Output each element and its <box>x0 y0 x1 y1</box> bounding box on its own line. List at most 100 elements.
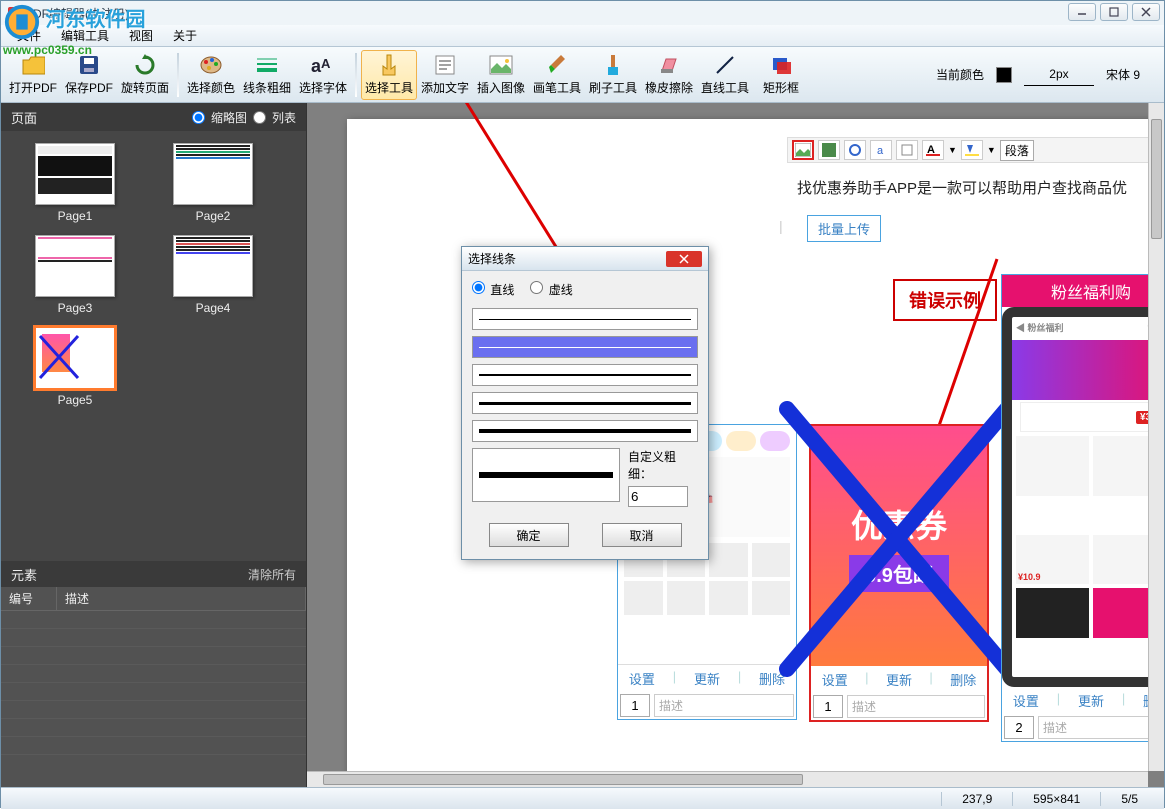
dialog-ok-button[interactable]: 确定 <box>489 523 569 547</box>
current-color-swatch[interactable] <box>996 67 1012 83</box>
solid-radio[interactable]: 直线 <box>472 281 514 298</box>
svg-text:a: a <box>877 145 884 157</box>
desc-input-3[interactable]: 描述 <box>1038 716 1148 739</box>
line-width-sample[interactable] <box>1024 85 1094 86</box>
list-mode-radio[interactable]: 列表 <box>253 109 296 126</box>
menu-edit[interactable]: 编辑工具 <box>51 25 119 46</box>
open-pdf-button[interactable]: 打开PDF <box>5 50 61 100</box>
thumbnails-pane: Page1 Page2 Page3 Page4 Page5 <box>1 131 306 561</box>
line-option-4[interactable] <box>472 392 698 414</box>
order-input-2[interactable] <box>813 695 843 718</box>
menu-file[interactable]: 文件 <box>7 25 51 46</box>
canvas-area: a A ▼ ▼ 段落 找优惠券助手APP是一款可以帮助用户查找商品优 | 批量上… <box>307 103 1164 787</box>
desc-input-1[interactable]: 描述 <box>654 694 794 717</box>
op-delete[interactable]: 删除 <box>759 669 785 688</box>
thumb-mode-radio[interactable]: 缩略图 <box>192 109 247 126</box>
brush-tool-button[interactable]: 画笔工具 <box>529 50 585 100</box>
add-text-button[interactable]: 添加文字 <box>417 50 473 100</box>
custom-width-label: 自定义粗细： <box>628 448 698 482</box>
line-width-label: 2px <box>1049 67 1068 81</box>
elements-label: 元素 <box>11 565 37 584</box>
pages-label: 页面 <box>11 108 37 127</box>
op-set[interactable]: 设置 <box>629 669 655 688</box>
maximize-button[interactable] <box>1100 3 1128 21</box>
op-set[interactable]: 设置 <box>1013 691 1039 710</box>
close-button[interactable] <box>1132 3 1160 21</box>
status-coord: 237,9 <box>941 792 1012 806</box>
select-line-dialog: 选择线条 直线 虚线 自定义粗细： 确定 取消 <box>461 246 709 560</box>
inner-img-icon[interactable] <box>792 140 814 160</box>
op-update[interactable]: 更新 <box>886 670 912 689</box>
bulk-upload-button[interactable]: 批量上传 <box>807 215 881 242</box>
svg-text:A: A <box>321 56 331 71</box>
status-dims: 595×841 <box>1012 792 1100 806</box>
inner-paragraph-dropdown[interactable]: 段落 <box>1000 140 1034 161</box>
window-title: PDF编辑器(未注册) <box>25 5 129 22</box>
op-update[interactable]: 更新 <box>694 669 720 688</box>
vertical-scrollbar[interactable] <box>1148 103 1164 771</box>
select-font-button[interactable]: aA选择字体 <box>295 50 351 100</box>
status-page: 5/5 <box>1100 792 1158 806</box>
rect-tool-button[interactable]: 矩形框 <box>753 50 809 100</box>
current-color-label: 当前颜色 <box>936 66 984 83</box>
line-width-button[interactable]: 线条粗细 <box>239 50 295 100</box>
order-input-1[interactable] <box>620 694 650 717</box>
col-desc[interactable]: 描述 <box>57 587 306 610</box>
line-tool-button[interactable]: 直线工具 <box>697 50 753 100</box>
line-option-1[interactable] <box>472 308 698 330</box>
rotate-page-button[interactable]: 旋转页面 <box>117 50 173 100</box>
line-option-3[interactable] <box>472 364 698 386</box>
inner-icon1[interactable] <box>818 140 840 160</box>
op-delete[interactable]: 删除 <box>950 670 976 689</box>
custom-width-input[interactable] <box>628 486 688 507</box>
minimize-button[interactable] <box>1068 3 1096 21</box>
inner-highlight-icon[interactable] <box>961 140 983 160</box>
brush2-tool-button[interactable]: 刷子工具 <box>585 50 641 100</box>
menu-about[interactable]: 关于 <box>163 25 207 46</box>
col-id[interactable]: 编号 <box>1 587 57 610</box>
desc-input-2[interactable]: 描述 <box>847 695 985 718</box>
thumbnail-page4[interactable]: Page4 <box>147 235 279 315</box>
titlebar: PDF编辑器(未注册) <box>1 1 1164 25</box>
dialog-close-button[interactable] <box>666 251 702 267</box>
inner-toolbar: a A ▼ ▼ 段落 <box>787 137 1148 163</box>
dialog-title: 选择线条 <box>468 250 516 267</box>
window-frame: 河东软件园 www.pc0359.cn PDF编辑器(未注册) 文件 编辑工具 … <box>0 0 1165 808</box>
save-pdf-button[interactable]: 保存PDF <box>61 50 117 100</box>
inner-icon4[interactable] <box>896 140 918 160</box>
thumbnail-page1[interactable]: Page1 <box>9 143 141 223</box>
product-card-2[interactable]: 优惠券 9.9包邮 设置|更新|删除 描述 <box>809 424 989 722</box>
thumbnail-page2[interactable]: Page2 <box>147 143 279 223</box>
select-color-button[interactable]: 选择颜色 <box>183 50 239 100</box>
thumbnail-page3[interactable]: Page3 <box>9 235 141 315</box>
op-update[interactable]: 更新 <box>1078 691 1104 710</box>
app-icon <box>7 6 21 20</box>
elements-header: 元素 清除所有 <box>1 561 306 587</box>
thumbnail-page5[interactable]: Page5 <box>9 327 141 407</box>
menu-bar: 文件 编辑工具 视图 关于 <box>1 25 1164 47</box>
order-input-3[interactable] <box>1004 716 1034 739</box>
menu-view[interactable]: 视图 <box>119 25 163 46</box>
op-set[interactable]: 设置 <box>822 670 848 689</box>
inner-icon2[interactable] <box>844 140 866 160</box>
dashed-radio[interactable]: 虚线 <box>530 281 572 298</box>
custom-line-preview <box>472 448 620 502</box>
select-tool-button[interactable]: 选择工具 <box>361 50 417 100</box>
font-info-label[interactable]: 宋体 9 <box>1106 66 1140 83</box>
sidebar: 页面 缩略图 列表 Page1 Page2 Page3 Page4 Page5 … <box>1 103 307 787</box>
elements-table: 编号描述 <box>1 587 306 787</box>
status-bar: 237,9 595×841 5/5 <box>1 787 1164 809</box>
inner-icon3[interactable]: a <box>870 140 892 160</box>
insert-image-button[interactable]: 插入图像 <box>473 50 529 100</box>
main-toolbar: 打开PDF 保存PDF 旋转页面 选择颜色 线条粗细 aA选择字体 选择工具 添… <box>1 47 1164 103</box>
line-option-2[interactable] <box>472 336 698 358</box>
eraser-button[interactable]: 橡皮擦除 <box>641 50 697 100</box>
inner-font-color-icon[interactable]: A <box>922 140 944 160</box>
pages-header: 页面 缩略图 列表 <box>1 103 306 131</box>
dialog-cancel-button[interactable]: 取消 <box>602 523 682 547</box>
horizontal-scrollbar[interactable] <box>307 771 1148 787</box>
product-card-3[interactable]: 粉丝福利购 ◀ 粉丝福利Q ⋯ ¥3 ¥10.9 设置|更新|删除 <box>1001 274 1148 742</box>
clear-all-button[interactable]: 清除所有 <box>248 566 296 583</box>
page-text-line: 找优惠券助手APP是一款可以帮助用户查找商品优 <box>797 177 1148 198</box>
line-option-5[interactable] <box>472 420 698 442</box>
